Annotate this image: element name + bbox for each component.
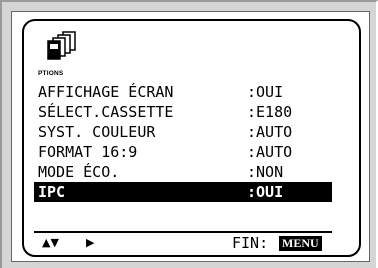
menu-item-value: :OUI <box>247 183 284 201</box>
menu-item-label: AFFICHAGE ÉCRAN <box>38 83 174 101</box>
right-arrow-icon: ▶ <box>86 236 95 249</box>
menu-item-value: :AUTO <box>247 143 293 161</box>
menu-item-label: SYST. COULEUR <box>38 123 156 141</box>
menu-item-label: FORMAT 16:9 <box>38 143 138 161</box>
menu-item-format-16-9[interactable]: FORMAT 16:9 :AUTO <box>34 142 332 162</box>
menu-key-badge: MENU <box>279 236 322 251</box>
menu-item-mode-eco[interactable]: MODE ÉCO. :NON <box>34 162 332 182</box>
menu-item-value: :OUI <box>247 83 284 101</box>
menu-item-syst-couleur[interactable]: SYST. COULEUR :AUTO <box>34 122 332 142</box>
menu-item-value: :E180 <box>247 103 293 121</box>
menu-item-select-cassette[interactable]: SÉLECT.CASSETTE :E180 <box>34 102 332 122</box>
menu-list: AFFICHAGE ÉCRAN :OUI SÉLECT.CASSETTE :E1… <box>34 82 332 202</box>
menu-icon-label: PTIONS <box>38 70 64 77</box>
cassette-stack-icon <box>46 30 82 68</box>
fin-label: FIN: <box>232 234 269 252</box>
menu-footer: ▲▼ ▶ FIN: MENU <box>34 231 332 253</box>
menu-item-ipc[interactable]: IPC :OUI <box>34 182 332 202</box>
menu-item-value: :AUTO <box>247 123 293 141</box>
menu-item-value: :NON <box>247 163 284 181</box>
menu-item-label: SÉLECT.CASSETTE <box>38 103 174 121</box>
up-down-arrows-icon: ▲▼ <box>42 236 59 249</box>
menu-item-affichage-ecran[interactable]: AFFICHAGE ÉCRAN :OUI <box>34 82 332 102</box>
page-frame: PTIONS AFFICHAGE ÉCRAN :OUI SÉLECT.CASSE… <box>0 0 378 268</box>
menu-item-label: IPC <box>38 183 66 201</box>
menu-item-label: MODE ÉCO. <box>38 163 120 181</box>
